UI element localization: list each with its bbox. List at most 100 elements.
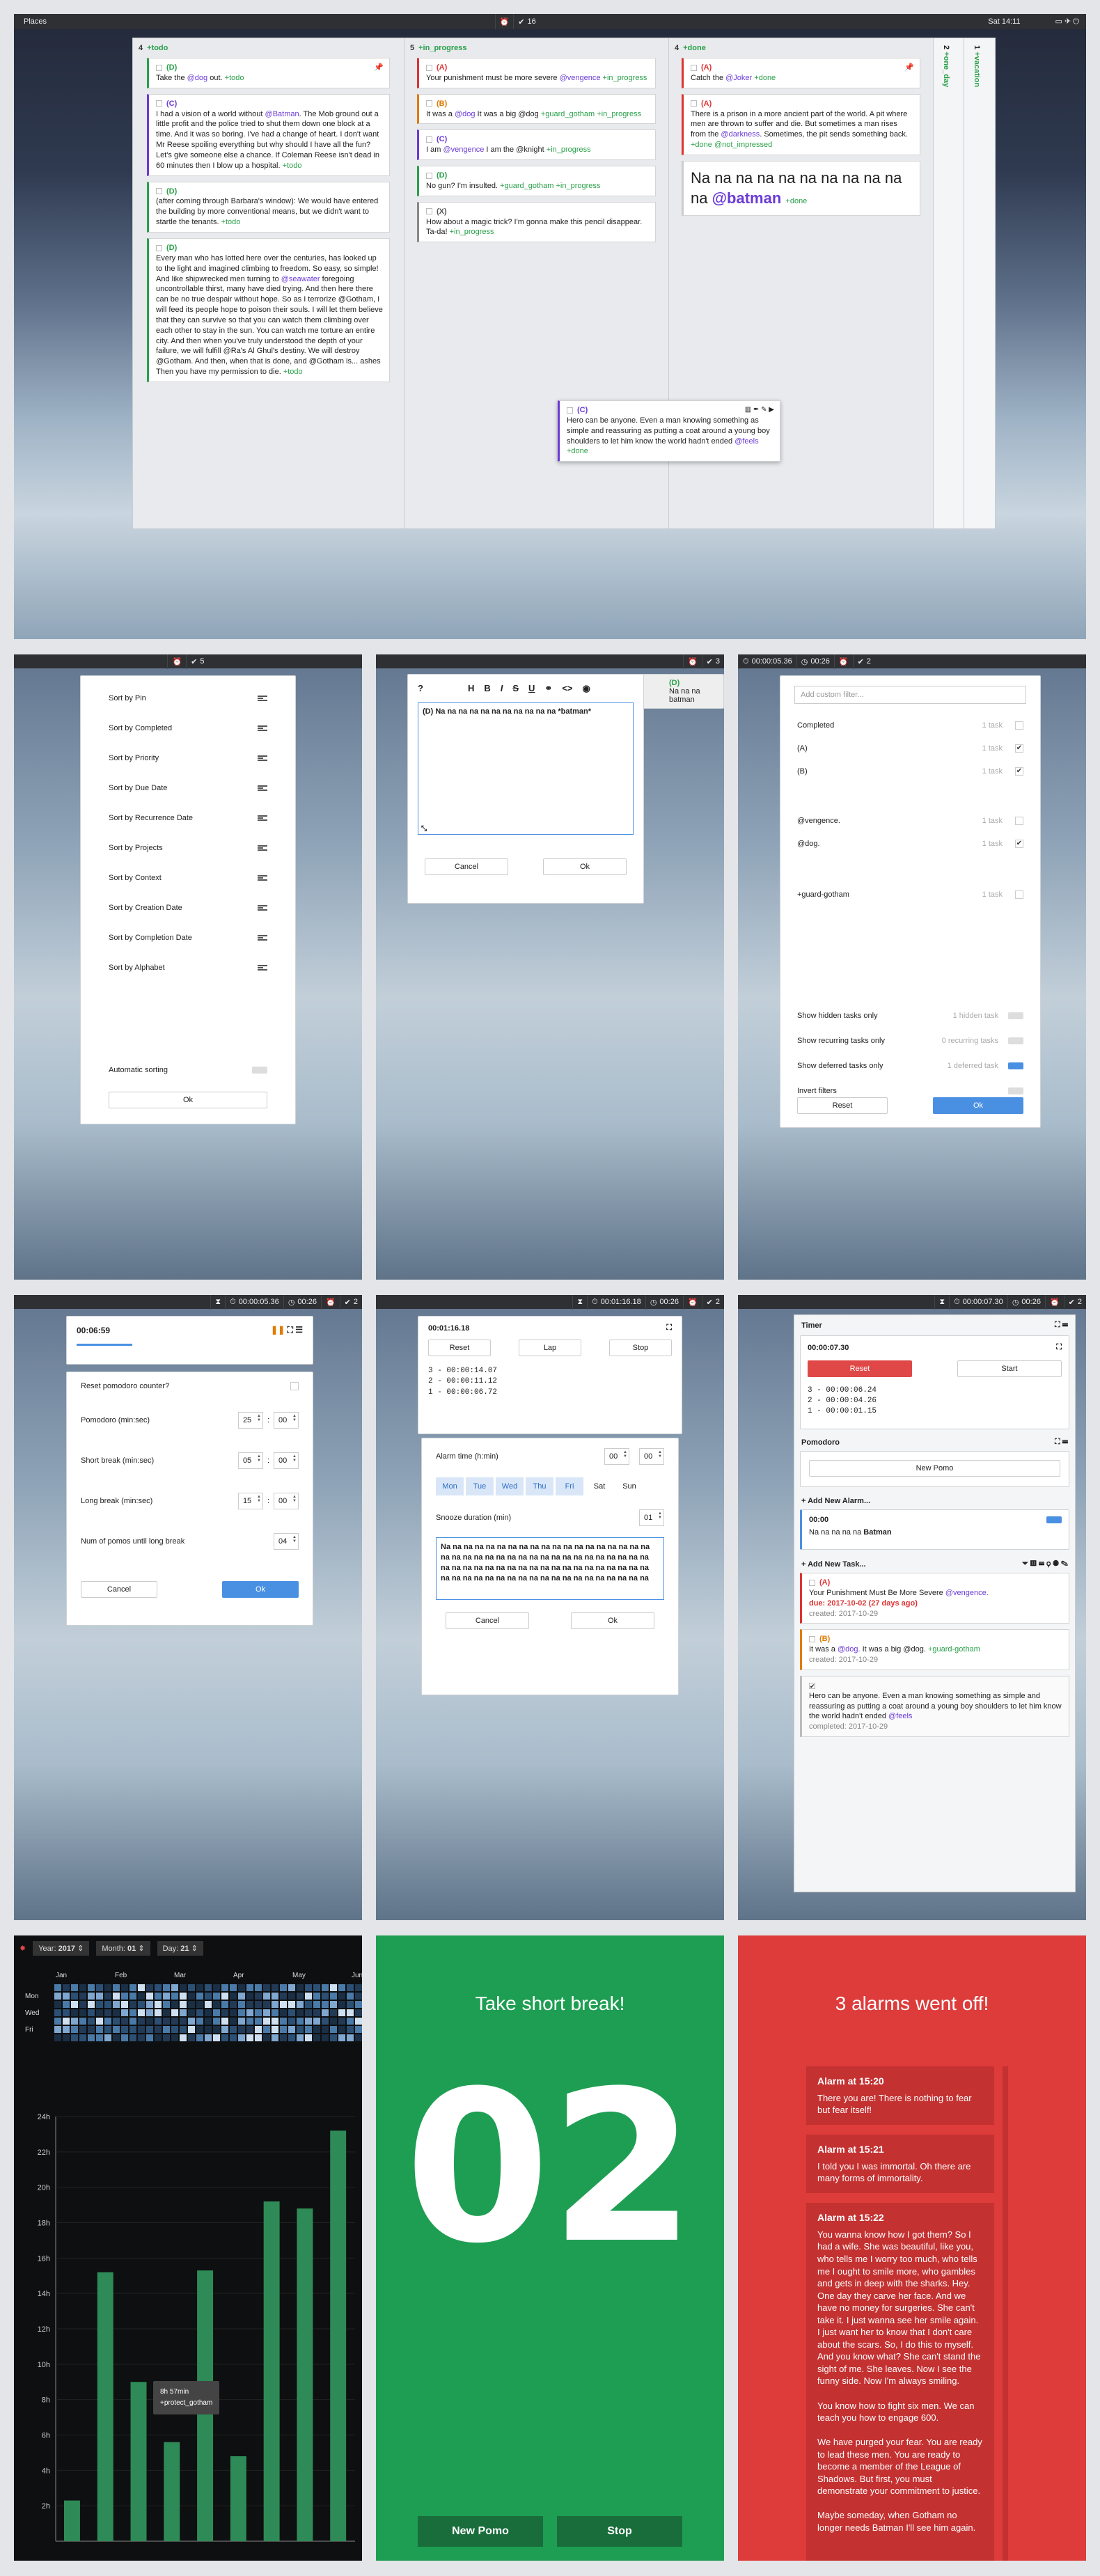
chart-bar[interactable]: [230, 2456, 246, 2541]
task-checkbox[interactable]: [156, 188, 162, 195]
heatmap-day-cell[interactable]: [54, 1993, 61, 2000]
sort-order-icon[interactable]: [258, 904, 267, 911]
task-card[interactable]: (D) No gun? I'm insulted. +guard_gotham +…: [417, 166, 656, 196]
heatmap-day-cell[interactable]: [196, 2009, 203, 2016]
heatmap-day-cell[interactable]: [113, 2018, 120, 2025]
heatmap-day-cell[interactable]: [238, 2034, 245, 2041]
filter-row[interactable]: (A) 1 task ✔: [797, 737, 1023, 760]
heatmap-day-cell[interactable]: [205, 2018, 212, 2025]
heatmap-day-cell[interactable]: [313, 1984, 320, 1991]
heatmap-day-cell[interactable]: [96, 2001, 103, 2008]
heatmap-day-cell[interactable]: [188, 1984, 195, 1991]
heatmap-day-cell[interactable]: [180, 2018, 187, 2025]
heatmap-day-cell[interactable]: [213, 2009, 220, 2016]
heatmap-day-cell[interactable]: [171, 1993, 178, 2000]
heatmap-day-cell[interactable]: [163, 1984, 170, 1991]
heatmap-day-cell[interactable]: [71, 2009, 78, 2016]
task-toolbar[interactable]: ⏷ ▥ ☰ ⚲ ◉ ✎: [1022, 1560, 1068, 1569]
pomodoro-chip[interactable]: ◷ 00:26: [796, 654, 834, 669]
fullscreen-icon[interactable]: ⛶: [1056, 1343, 1062, 1352]
heatmap-day-cell[interactable]: [313, 2001, 320, 2008]
heatmap-day-cell[interactable]: [121, 1993, 128, 2000]
seconds-input[interactable]: 00: [274, 1412, 299, 1429]
heatmap-day-cell[interactable]: [196, 2001, 203, 2008]
heatmap-day-cell[interactable]: [221, 2009, 228, 2016]
heatmap-day-cell[interactable]: [113, 2026, 120, 2033]
heatmap-day-cell[interactable]: [104, 2018, 111, 2025]
heatmap-day-cell[interactable]: [96, 2009, 103, 2016]
heatmap-day-cell[interactable]: [188, 2034, 195, 2041]
heatmap-day-cell[interactable]: [355, 2026, 362, 2033]
heatmap-day-cell[interactable]: [121, 2018, 128, 2025]
alarm-icon[interactable]: ⏰: [833, 654, 853, 669]
heatmap-day-cell[interactable]: [155, 2026, 162, 2033]
heatmap-day-cell[interactable]: [305, 2034, 312, 2041]
task-checkbox[interactable]: [809, 1635, 815, 1642]
heatmap-day-cell[interactable]: [221, 2018, 228, 2025]
heatmap-day-cell[interactable]: [188, 2018, 195, 2025]
heatmap-day-cell[interactable]: [188, 2026, 195, 2033]
alarm-icon[interactable]: ⏰: [320, 1295, 340, 1310]
heatmap-day-cell[interactable]: [146, 2034, 153, 2041]
heatmap-day-cell[interactable]: [280, 2018, 287, 2025]
task-card[interactable]: (C) I had a vision of a world without @Ba…: [147, 93, 390, 176]
heatmap-day-cell[interactable]: [104, 2001, 111, 2008]
chart-bar[interactable]: [263, 2201, 280, 2541]
heatmap-day-cell[interactable]: [297, 2001, 304, 2008]
pause-icon[interactable]: ❚❚: [271, 1325, 285, 1335]
sort-order-icon[interactable]: [258, 695, 267, 701]
day-input[interactable]: Day: 21 ⇕: [157, 1940, 203, 1956]
task-checkbox[interactable]: [809, 1579, 815, 1586]
heatmap-day-cell[interactable]: [338, 2001, 345, 2008]
heatmap-day-cell[interactable]: [138, 2001, 145, 2008]
underline-icon[interactable]: U: [528, 683, 535, 694]
hour-input[interactable]: 00: [604, 1448, 629, 1465]
heatmap-day-cell[interactable]: [355, 2034, 362, 2041]
heatmap-day-cell[interactable]: [79, 2009, 86, 2016]
heatmap-day-cell[interactable]: [221, 1993, 228, 2000]
heatmap-day-cell[interactable]: [121, 2034, 128, 2041]
heatmap-day-cell[interactable]: [63, 2026, 70, 2033]
heatmap-day-cell[interactable]: [280, 1984, 287, 1991]
heatmap-day-cell[interactable]: [213, 2018, 220, 2025]
heatmap-day-cell[interactable]: [213, 2034, 220, 2041]
alarm-card[interactable]: Alarm at 15:20 There you are! There is no…: [806, 2066, 994, 2125]
cancel-button[interactable]: Cancel: [425, 858, 508, 875]
heatmap-day-cell[interactable]: [71, 1984, 78, 1991]
heatmap-day-cell[interactable]: [322, 2001, 329, 2008]
heatmap-day-cell[interactable]: [113, 1984, 120, 1991]
heatmap-day-cell[interactable]: [155, 2009, 162, 2016]
heatmap-day-cell[interactable]: [305, 2009, 312, 2016]
task-text-input[interactable]: (D) Na na na na na na na na na na na *ba…: [418, 702, 634, 835]
heatmap-day-cell[interactable]: [322, 2009, 329, 2016]
task-counter[interactable]: ✔ 2: [852, 654, 875, 669]
task-card[interactable]: (A) 📌 Catch the @Joker +done: [682, 58, 920, 88]
stopwatch-chip[interactable]: ⏱ 00:00:07.30: [949, 1295, 1007, 1310]
filter-checkbox[interactable]: ✔: [1015, 767, 1023, 776]
minute-input[interactable]: 00: [639, 1448, 664, 1465]
heatmap-day-cell[interactable]: [121, 2026, 128, 2033]
heatmap-day-cell[interactable]: [305, 2026, 312, 2033]
day-toggle-tue[interactable]: Tue: [466, 1477, 494, 1495]
filter-checkbox[interactable]: [1015, 721, 1023, 730]
stop-button[interactable]: Stop: [557, 2516, 682, 2547]
tray-icons[interactable]: ▭ ✈ ⏻: [1055, 17, 1079, 26]
task-actions[interactable]: ▥ ✒ ✎ ▶: [745, 405, 774, 415]
heatmap-day-cell[interactable]: [347, 2026, 354, 2033]
task-card[interactable]: (A) Your Punishment Must Be More Severe @…: [800, 1573, 1069, 1624]
cancel-button[interactable]: Cancel: [446, 1612, 529, 1629]
heatmap-day-cell[interactable]: [88, 2034, 95, 2041]
sort-option[interactable]: Sort by Projects: [81, 833, 295, 863]
heatmap-day-cell[interactable]: [121, 2009, 128, 2016]
alarm-card[interactable]: 00:00 Na na na na na Batman: [800, 1509, 1069, 1550]
heatmap-day-cell[interactable]: [322, 1993, 329, 2000]
snooze-input[interactable]: 01: [639, 1509, 664, 1526]
toggle-switch[interactable]: [1008, 1087, 1023, 1094]
heatmap-day-cell[interactable]: [163, 2034, 170, 2041]
heatmap-day-cell[interactable]: [146, 2009, 153, 2016]
heatmap-day-cell[interactable]: [355, 2009, 362, 2016]
heatmap-day-cell[interactable]: [155, 2034, 162, 2041]
heatmap-day-cell[interactable]: [297, 2018, 304, 2025]
toggle-row[interactable]: Show recurring tasks only 0 recurring tas…: [797, 1028, 1023, 1053]
pomodoro-chip[interactable]: ◷ 00:26: [1007, 1295, 1045, 1310]
